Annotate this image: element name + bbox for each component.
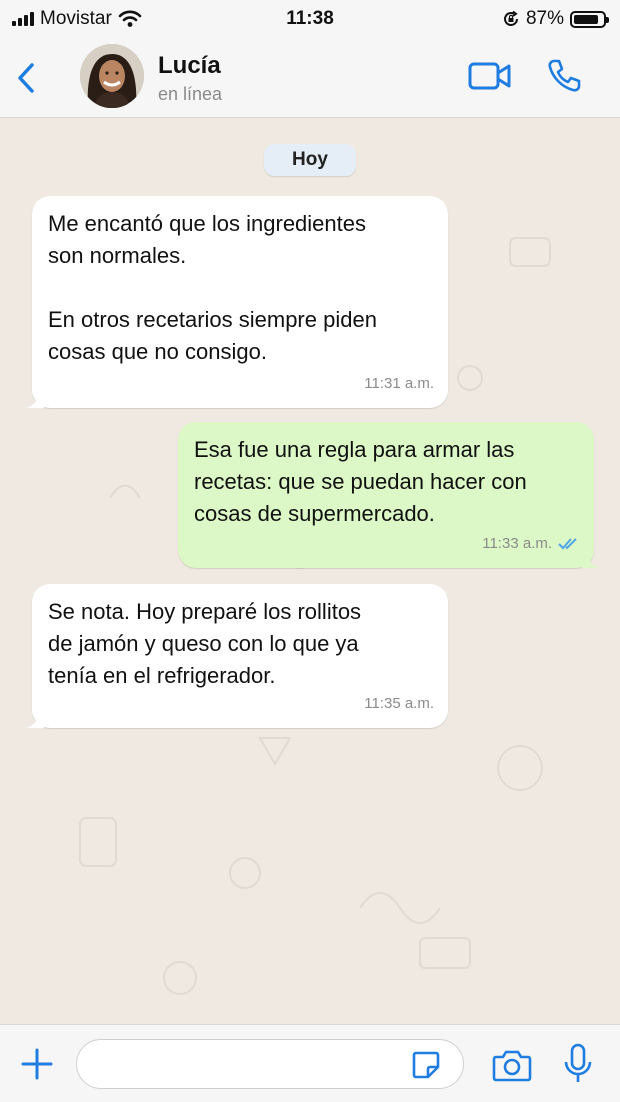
- plus-icon[interactable]: [20, 1047, 54, 1081]
- video-camera-icon[interactable]: [468, 60, 512, 92]
- wifi-icon: [118, 10, 142, 27]
- avatar[interactable]: [80, 44, 144, 108]
- message-time: 11:31 a.m.: [364, 368, 434, 400]
- camera-icon[interactable]: [492, 1047, 532, 1083]
- double-check-icon: [558, 538, 577, 550]
- message-input[interactable]: [76, 1039, 464, 1089]
- rotation-lock-icon: [504, 10, 518, 26]
- message-time-label: 11:33 a.m.: [482, 535, 552, 552]
- battery-fill: [574, 14, 599, 24]
- message-time: 11:35 a.m.: [364, 688, 434, 720]
- status-left: Movistar: [12, 8, 142, 30]
- status-bar: Movistar 11:38 87%: [0, 0, 620, 38]
- back-chevron-icon[interactable]: [12, 60, 40, 96]
- sticker-icon[interactable]: [410, 1049, 442, 1081]
- carrier-label: Movistar: [40, 8, 112, 29]
- bubble-tail: [26, 712, 44, 728]
- phone-icon[interactable]: [546, 58, 582, 94]
- date-chip: Hoy: [264, 144, 356, 176]
- input-bar: [0, 1024, 620, 1102]
- signal-icon: [12, 12, 34, 26]
- message-time-label: 11:31 a.m.: [364, 375, 434, 392]
- bubble-tail: [582, 552, 600, 568]
- status-right: 87%: [502, 8, 609, 30]
- message-time: 11:33 a.m.: [482, 528, 580, 560]
- message-bubble-outgoing[interactable]: Esa fue una regla para armar las recetas…: [178, 422, 600, 568]
- avatar-image: [80, 44, 144, 108]
- battery-percent: 87%: [525, 8, 564, 29]
- contact-status: en línea: [158, 84, 223, 104]
- message-time-label: 11:35 a.m.: [364, 695, 434, 712]
- chat-area[interactable]: Hoy Me encantó que los ingredientes son …: [0, 118, 620, 1024]
- message-text: Esa fue una regla para armar las recetas…: [194, 437, 527, 526]
- message-bubble-incoming[interactable]: Se nota. Hoy preparé los rollitos de jam…: [26, 584, 448, 728]
- message-bubble-incoming[interactable]: Me encantó que los ingredientes son norm…: [26, 196, 448, 408]
- message-text: Me encantó que los ingredientes son norm…: [48, 211, 377, 364]
- status-time: 11:38: [286, 8, 334, 29]
- microphone-icon[interactable]: [562, 1043, 594, 1085]
- battery-icon: [570, 10, 609, 28]
- contact-name[interactable]: Lucía: [158, 52, 221, 80]
- message-text: Se nota. Hoy preparé los rollitos de jam…: [48, 599, 362, 688]
- chat-header: Lucía en línea: [0, 38, 620, 118]
- bubble-tail: [26, 392, 44, 408]
